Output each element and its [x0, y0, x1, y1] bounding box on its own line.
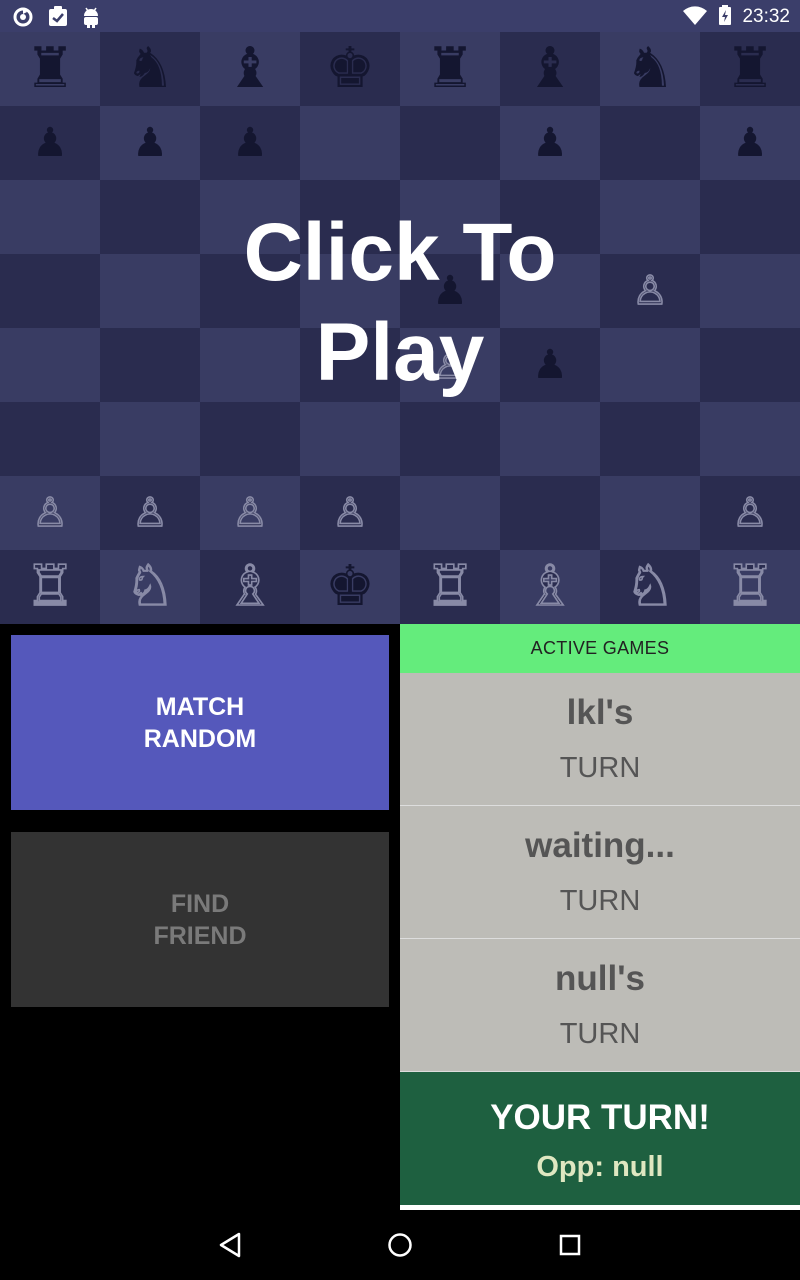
recents-icon[interactable]: [555, 1230, 585, 1260]
status-bar-system: 23:32: [682, 4, 790, 30]
battery-icon: [718, 4, 732, 30]
sync-icon: [12, 6, 34, 32]
your-turn-game-item[interactable]: YOUR TURN! Opp: null: [400, 1072, 800, 1205]
find-friend-button[interactable]: FIND FRIEND: [11, 832, 389, 1007]
wifi-icon: [682, 4, 708, 30]
match-random-button[interactable]: MATCH RANDOM: [11, 635, 389, 810]
find-friend-label: FIND FRIEND: [153, 889, 247, 950]
game-opponent-name: waiting...: [525, 826, 675, 865]
active-games-header: ACTIVE GAMES: [400, 624, 800, 673]
game-list-item[interactable]: null's TURN: [400, 939, 800, 1072]
list-divider: [400, 1205, 800, 1208]
status-bar-notifications: [12, 6, 100, 32]
game-opponent-name: null's: [555, 959, 645, 998]
android-icon: [82, 6, 100, 32]
clock: 23:32: [742, 6, 790, 27]
active-games-panel: ACTIVE GAMES lkl's TURN waiting... TURN …: [400, 624, 800, 1210]
game-list-item[interactable]: waiting... TURN: [400, 806, 800, 939]
click-to-play-overlay[interactable]: Click To Play: [0, 32, 800, 624]
clipboard-icon: [48, 6, 68, 32]
game-status: TURN: [559, 1018, 641, 1050]
game-list-item[interactable]: lkl's TURN: [400, 673, 800, 806]
your-turn-title: YOUR TURN!: [490, 1098, 710, 1137]
status-bar: 23:32: [0, 0, 800, 32]
match-random-label: MATCH RANDOM: [143, 692, 257, 753]
home-icon[interactable]: [385, 1230, 415, 1260]
your-turn-opponent: Opp: null: [536, 1151, 664, 1183]
click-to-play-label: Click To Play: [243, 207, 557, 398]
game-status: TURN: [559, 752, 641, 784]
game-opponent-name: lkl's: [566, 693, 634, 732]
game-status: TURN: [559, 885, 641, 917]
back-icon[interactable]: [215, 1230, 245, 1260]
navigation-bar: [0, 1210, 800, 1280]
